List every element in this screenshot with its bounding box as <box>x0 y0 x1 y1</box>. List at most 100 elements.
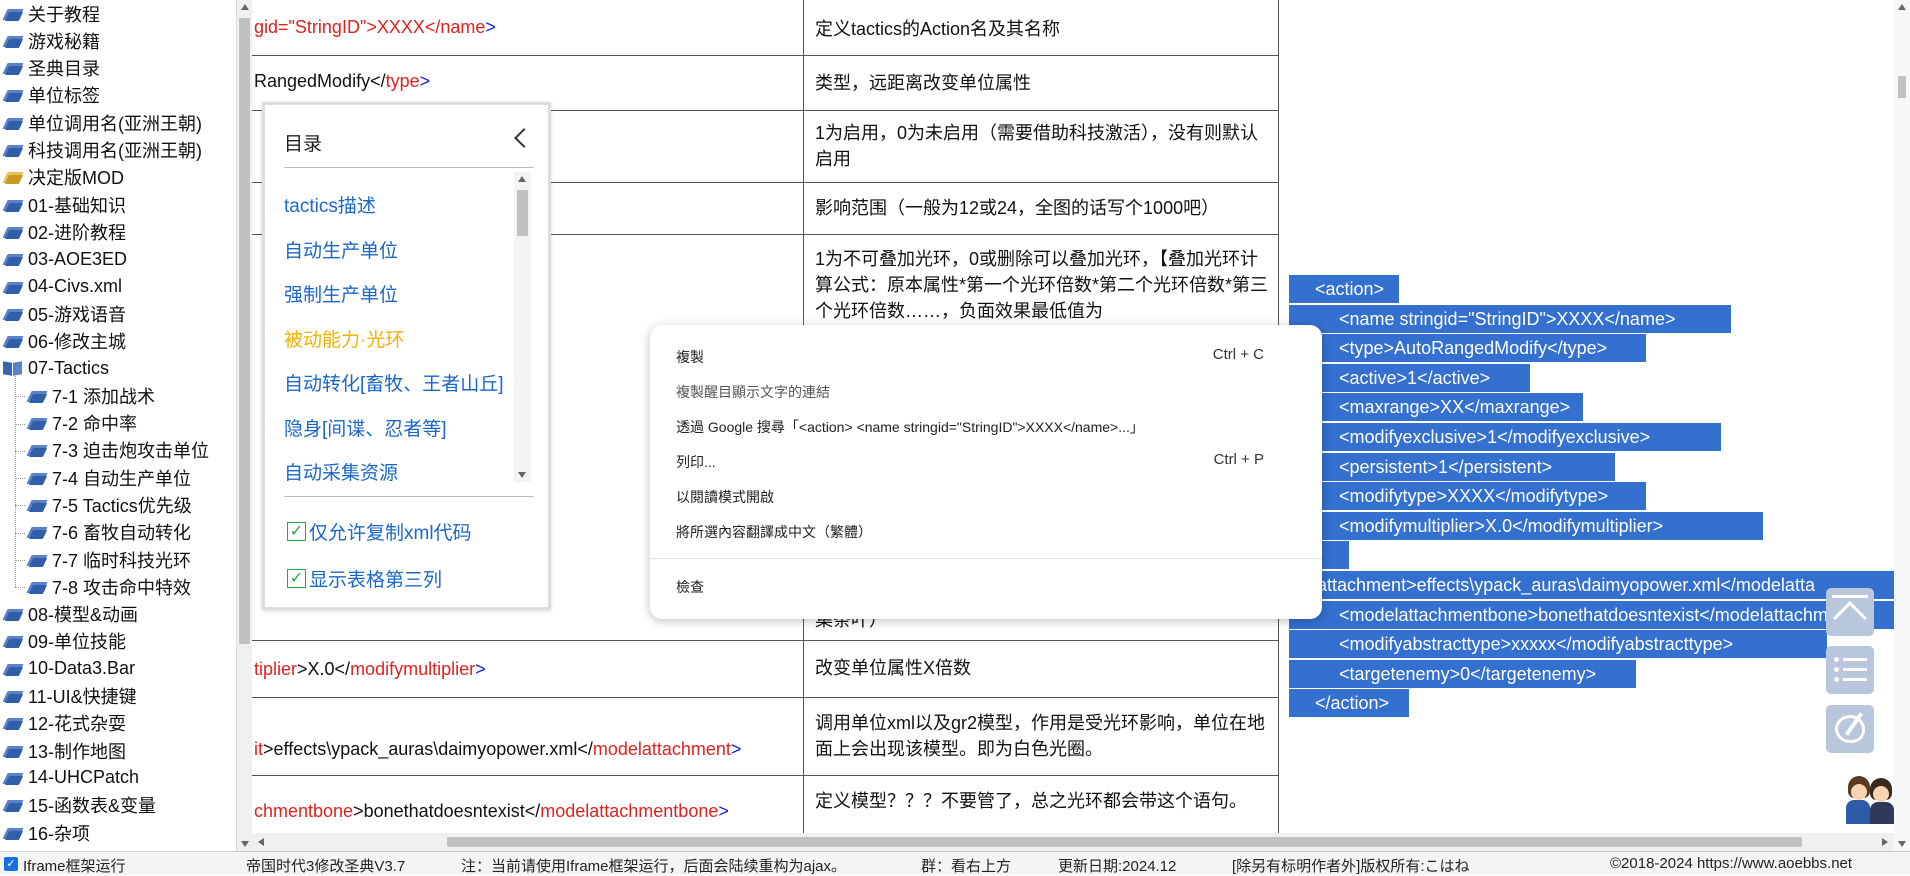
scroll-up-arrow-icon[interactable] <box>518 176 526 182</box>
tree-item-label: 15-函数表&变量 <box>28 796 157 817</box>
open-book-icon <box>3 360 23 377</box>
book-icon <box>2 87 24 103</box>
menu-divider <box>650 558 1322 559</box>
toc-link[interactable]: 隐身[间谍、忍者等] <box>284 414 447 441</box>
book-icon <box>2 633 24 649</box>
toc-link[interactable]: 被动能力·光环 <box>284 325 404 352</box>
toc-option-checkbox[interactable]: ✓ 显示表格第三列 <box>287 565 442 592</box>
tree-item-label: 7-8 攻击命中特效 <box>52 577 192 598</box>
tree-connector <box>15 478 25 480</box>
tree-item[interactable]: 10-Data3.Bar <box>2 655 136 682</box>
theme-button[interactable] <box>1826 705 1874 753</box>
scrollbar-thumb[interactable] <box>517 190 528 236</box>
tree-item[interactable]: 05-游戏语音 <box>2 300 126 327</box>
list-icon <box>1843 658 1867 661</box>
tree-item[interactable]: 7-5 Tactics优先级 <box>26 491 192 518</box>
context-menu-item[interactable]: 列印... <box>676 452 716 472</box>
tree-item[interactable]: 03-AOE3ED <box>2 246 127 273</box>
code-tag: type <box>385 71 420 91</box>
selected-code-line: <persistent>1</persistent> <box>1289 452 1615 481</box>
toc-link[interactable]: 自动采集资源 <box>284 458 398 485</box>
tree-item[interactable]: 16-杂项 <box>2 819 90 846</box>
table-row-border <box>252 697 1279 698</box>
tree-item[interactable]: 06-修改主城 <box>2 328 127 355</box>
nav-tree-scrollbar[interactable] <box>236 0 252 851</box>
tree-item[interactable]: 04-Civs.xml <box>2 273 122 300</box>
toc-link[interactable]: 自动转化[畜牧、王者山丘] <box>284 369 504 396</box>
tree-item-label: 06-修改主城 <box>28 332 127 353</box>
tree-item[interactable]: 02-进阶教程 <box>2 218 126 245</box>
tree-item[interactable]: 单位标签 <box>2 82 100 109</box>
toc-link[interactable]: tactics描述 <box>284 191 376 218</box>
tree-item[interactable]: 7-7 临时科技光环 <box>26 546 191 573</box>
book-icon <box>2 743 24 759</box>
desc-cell: 1为不可叠加光环，0或删除可以叠加光环，【叠加光环计算公式：原本属性*第一个光环… <box>815 249 1269 321</box>
checkmark-icon[interactable]: ✓ <box>287 522 306 541</box>
context-menu-item[interactable]: 複製醒目顯示文字的連結 <box>676 382 830 402</box>
tree-item[interactable]: 科技调用名(亚洲王朝) <box>2 137 202 164</box>
list-icon <box>1843 678 1867 681</box>
context-menu-item[interactable]: 透過 Google 搜尋「<action> <name stringid="St… <box>676 417 1144 437</box>
tree-item[interactable]: 07-Tactics <box>3 355 109 382</box>
context-menu-item[interactable]: 檢查 <box>676 577 704 597</box>
tree-item[interactable]: 7-2 命中率 <box>26 410 137 437</box>
checkmark-icon[interactable]: ✓ <box>287 569 306 588</box>
tree-item[interactable]: 09-单位技能 <box>2 628 126 655</box>
book-icon <box>2 661 24 677</box>
tree-item[interactable]: 决定版MOD <box>2 164 124 191</box>
tree-item[interactable]: 14-UHCPatch <box>2 764 139 791</box>
page-vertical-scrollbar[interactable] <box>1894 0 1910 851</box>
tree-item[interactable]: 11-UI&快捷键 <box>2 683 137 710</box>
tree-item[interactable]: 01-基础知识 <box>2 191 126 218</box>
scroll-right-arrow-icon[interactable] <box>1882 838 1888 846</box>
scrollbar-thumb[interactable] <box>1898 76 1906 98</box>
tree-item[interactable]: 游戏秘籍 <box>2 27 100 54</box>
tree-item[interactable]: 15-函数表&变量 <box>2 792 157 819</box>
tree-item-label: 07-Tactics <box>28 357 110 378</box>
scrollbar-thumb[interactable] <box>239 18 250 644</box>
scroll-up-arrow-icon[interactable] <box>241 4 249 10</box>
toc-option-checkbox[interactable]: ✓ 仅允许复制xml代码 <box>287 518 472 545</box>
tree-item[interactable]: 关于教程 <box>2 0 100 27</box>
back-to-top-button[interactable] <box>1826 588 1874 636</box>
tree-item[interactable]: 圣典目录 <box>2 55 100 82</box>
tree-item[interactable]: 13-制作地图 <box>2 737 126 764</box>
desc-cell: 1为启用，0为未启用（需要借助科技激活），没有则默认启用 <box>815 123 1259 169</box>
tree-item[interactable]: 12-花式杂耍 <box>2 710 127 737</box>
toc-link[interactable]: 自动生产单位 <box>284 236 398 263</box>
divider <box>284 167 534 168</box>
page-horizontal-scrollbar[interactable] <box>252 833 1894 851</box>
context-menu-item[interactable]: 複製 <box>676 347 704 367</box>
context-menu-item[interactable]: 將所選內容翻譯成中文（繁體） <box>676 522 872 542</box>
tree-connector <box>15 423 25 425</box>
toc-scrollbar[interactable] <box>514 172 531 482</box>
tree-item[interactable]: 7-4 自动生产单位 <box>26 464 191 491</box>
book-icon <box>26 552 48 568</box>
tree-item[interactable]: 7-3 迫击炮攻击单位 <box>26 437 209 464</box>
tree-item[interactable]: 单位调用名(亚洲王朝) <box>2 109 202 136</box>
book-icon <box>2 715 24 731</box>
context-menu-item[interactable]: 以閱讀模式開啟 <box>676 487 774 507</box>
note-text: 注：当前请使用Iframe框架运行，后面会陆续重构为ajax。 <box>461 858 847 875</box>
toc-link[interactable]: 强制生产单位 <box>284 280 398 307</box>
version-text: 帝国时代3修改圣典V3.7 <box>246 858 406 875</box>
code-cell-type: RangedModify</type> <box>254 71 430 92</box>
scroll-down-arrow-icon[interactable] <box>241 841 249 847</box>
tree-item-label: 10-Data3.Bar <box>28 658 136 679</box>
scroll-left-arrow-icon[interactable] <box>258 838 264 846</box>
code-value: >X.0</ <box>297 659 351 679</box>
scroll-down-arrow-icon[interactable] <box>1898 841 1906 847</box>
tree-item[interactable]: 7-8 攻击命中特效 <box>26 573 192 600</box>
toc-toggle-button[interactable] <box>1826 646 1874 694</box>
scrollbar-thumb[interactable] <box>447 837 1802 847</box>
iframe-checkbox[interactable]: ✓ <box>4 857 18 871</box>
mascot-avatar[interactable] <box>1846 774 1894 824</box>
scroll-up-arrow-icon[interactable] <box>1898 4 1906 10</box>
tree-item[interactable]: 08-模型&动画 <box>2 601 138 628</box>
collapse-chevron-icon[interactable] <box>514 128 534 148</box>
tree-item[interactable]: 7-1 添加战术 <box>26 382 155 409</box>
scroll-down-arrow-icon[interactable] <box>518 472 526 478</box>
tree-item[interactable]: 7-6 畜牧自动转化 <box>26 519 191 546</box>
menu-shortcut: Ctrl + C <box>1212 346 1264 363</box>
tree-item-label: 12-花式杂耍 <box>28 714 127 735</box>
